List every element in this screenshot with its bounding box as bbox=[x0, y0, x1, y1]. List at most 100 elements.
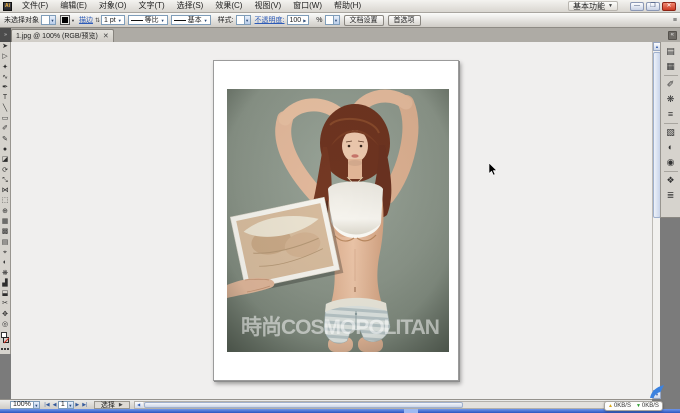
current-tool-display[interactable]: 选择 ▶ bbox=[94, 401, 130, 409]
lasso-tool[interactable]: ∿ bbox=[0, 73, 11, 83]
menu-window[interactable]: 窗口(W) bbox=[287, 0, 328, 12]
horizontal-scrollbar[interactable]: ◀ ▶ bbox=[134, 401, 650, 409]
column-graph-tool[interactable]: ▟ bbox=[0, 279, 11, 289]
floating-shortcut-icon[interactable] bbox=[648, 384, 666, 400]
color-panel-icon[interactable]: ▤ bbox=[661, 44, 680, 59]
opacity-field[interactable]: 100 ▶ bbox=[287, 15, 310, 25]
rotate-tool[interactable]: ⟳ bbox=[0, 166, 11, 176]
chevron-down-icon[interactable]: ▼ bbox=[34, 401, 40, 409]
mesh-tool[interactable]: ▩ bbox=[0, 227, 11, 237]
document-setup-button[interactable]: 文档设置 bbox=[344, 15, 384, 26]
rectangle-tool[interactable]: ▭ bbox=[0, 114, 11, 124]
brushes-panel-icon[interactable]: ✐ bbox=[661, 77, 680, 92]
artboard-navigation: |◀ ◀ 1 ▼ ▶ ▶| bbox=[43, 401, 89, 409]
main-area: ➤ ▷ ✦ ∿ ✒ T ╲ ▭ ✐ ✎ ● ◪ ⟳ ⤡ ⋈ ⬚ ⊕ ▦ ▩ ▤ … bbox=[0, 42, 680, 399]
width-tool[interactable]: ⋈ bbox=[0, 186, 11, 196]
chevron-down-icon: ▼ bbox=[608, 3, 613, 9]
style-dropdown[interactable]: ▼ bbox=[236, 15, 251, 25]
last-artboard-icon[interactable]: ▶| bbox=[81, 402, 89, 408]
stroke-swatch[interactable] bbox=[3, 337, 9, 343]
zoom-tool[interactable]: ◎ bbox=[0, 320, 11, 330]
width-profile-dropdown[interactable]: 等比 ▼ bbox=[128, 15, 168, 25]
vertical-scrollbar[interactable]: ▲ ▼ bbox=[652, 42, 660, 399]
graphic-styles-panel-icon[interactable]: ❖ bbox=[661, 173, 680, 188]
previous-artboard-icon[interactable]: ◀ bbox=[51, 402, 58, 408]
canvas-area[interactable]: 時尚COSMOPOLITAN bbox=[11, 42, 652, 399]
menu-view[interactable]: 视图(V) bbox=[248, 0, 287, 12]
symbols-panel-icon[interactable]: ❋ bbox=[661, 92, 680, 107]
magic-wand-tool[interactable]: ✦ bbox=[0, 63, 11, 73]
horizontal-scroll-thumb[interactable] bbox=[144, 402, 463, 408]
layers-panel-icon[interactable]: ≣ bbox=[661, 188, 680, 203]
free-transform-tool[interactable]: ⬚ bbox=[0, 196, 11, 206]
artboard-tool[interactable]: ⬓ bbox=[0, 289, 11, 299]
tools-dock-header[interactable]: » bbox=[0, 28, 11, 42]
first-artboard-icon[interactable]: |◀ bbox=[43, 402, 51, 408]
chevron-down-icon: ▼ bbox=[118, 18, 122, 23]
dock-collapse-button[interactable]: « bbox=[668, 31, 677, 40]
type-tool[interactable]: T bbox=[0, 93, 11, 103]
eyedropper-tool[interactable]: ⌖ bbox=[0, 248, 11, 258]
pen-tool[interactable]: ✒ bbox=[0, 83, 11, 93]
artboard-number-field[interactable]: 1 bbox=[58, 401, 68, 409]
windows-taskbar-edge bbox=[0, 409, 680, 413]
eraser-tool[interactable]: ◪ bbox=[0, 155, 11, 165]
network-speed-widget[interactable]: ▲ 0KB/S ▼ 0KB/S bbox=[604, 401, 663, 411]
menu-file[interactable]: 文件(F) bbox=[16, 0, 54, 12]
menu-object[interactable]: 对象(O) bbox=[93, 0, 133, 12]
stroke-weight-field[interactable]: 1 pt ▼ bbox=[101, 15, 125, 25]
menu-help[interactable]: 帮助(H) bbox=[328, 0, 367, 12]
style-label: 样式: bbox=[218, 15, 234, 25]
preferences-button[interactable]: 首选项 bbox=[388, 15, 421, 26]
fill-stroke-swatches[interactable] bbox=[0, 331, 11, 347]
upload-arrow-icon: ▲ bbox=[608, 403, 613, 409]
swatches-panel-icon[interactable]: ▦ bbox=[661, 59, 680, 74]
line-segment-tool[interactable]: ╲ bbox=[0, 104, 11, 114]
chevron-down-icon: ▼ bbox=[333, 16, 339, 24]
fill-color-swatch[interactable] bbox=[60, 15, 70, 25]
brush-stroke-icon bbox=[174, 20, 186, 21]
menu-edit[interactable]: 编辑(E) bbox=[54, 0, 93, 12]
menu-select[interactable]: 选择(S) bbox=[171, 0, 210, 12]
menu-effect[interactable]: 效果(C) bbox=[209, 0, 248, 12]
minimize-button[interactable]: — bbox=[630, 2, 644, 11]
upload-speed-value: 0KB/S bbox=[614, 403, 631, 409]
paintbrush-tool[interactable]: ✐ bbox=[0, 124, 11, 134]
opacity-link[interactable]: 不透明度: bbox=[255, 15, 285, 25]
transparency-panel-icon[interactable]: ◐ bbox=[661, 140, 680, 155]
symbol-sprayer-tool[interactable]: ❋ bbox=[0, 269, 11, 279]
scroll-left-icon[interactable]: ◀ bbox=[135, 402, 143, 408]
restore-button[interactable]: ❐ bbox=[646, 2, 660, 11]
gradient-panel-icon[interactable]: ▧ bbox=[661, 125, 680, 140]
blob-brush-tool[interactable]: ● bbox=[0, 145, 11, 155]
direct-selection-tool[interactable]: ▷ bbox=[0, 52, 11, 62]
shape-builder-tool[interactable]: ⊕ bbox=[0, 207, 11, 217]
brush-definition-dropdown[interactable]: 基本 ▼ bbox=[171, 15, 211, 25]
perspective-grid-tool[interactable]: ▦ bbox=[0, 217, 11, 227]
next-artboard-icon[interactable]: ▶ bbox=[74, 402, 81, 408]
scale-tool[interactable]: ⤡ bbox=[0, 176, 11, 186]
menu-type[interactable]: 文字(T) bbox=[132, 0, 170, 12]
dock-separator bbox=[664, 75, 678, 76]
document-tab[interactable]: 1.jpg @ 100% (RGB/预览) ✕ bbox=[11, 29, 114, 42]
chevron-down-icon[interactable]: ▼ bbox=[71, 18, 75, 23]
appearance-panel-icon[interactable]: ◉ bbox=[661, 155, 680, 170]
zoom-level-field[interactable]: 100% bbox=[10, 401, 34, 409]
close-button[interactable]: ✕ bbox=[662, 2, 676, 11]
blend-tool[interactable]: ◐ bbox=[0, 258, 11, 268]
stroke-link[interactable]: 描边 bbox=[79, 15, 93, 25]
hand-tool[interactable]: ✥ bbox=[0, 310, 11, 320]
variable-dropdown[interactable]: ▼ bbox=[41, 15, 56, 25]
stroke-panel-icon[interactable]: ≡ bbox=[661, 107, 680, 122]
stroke-weight-stepper[interactable]: ⇅ bbox=[95, 17, 100, 24]
pencil-tool[interactable]: ✎ bbox=[0, 135, 11, 145]
gradient-tool[interactable]: ▤ bbox=[0, 238, 11, 248]
control-panel-menu-icon[interactable]: ≡ bbox=[673, 17, 677, 24]
close-tab-icon[interactable]: ✕ bbox=[103, 32, 109, 40]
drawing-mode-buttons[interactable] bbox=[1, 348, 9, 350]
recolor-artwork-icon[interactable]: ▼ bbox=[325, 15, 340, 25]
slice-tool[interactable]: ✂ bbox=[0, 299, 11, 309]
workspace-switcher[interactable]: 基本功能 ▼ bbox=[568, 1, 618, 11]
chevron-down-icon: ▼ bbox=[49, 16, 55, 24]
selection-tool[interactable]: ➤ bbox=[0, 42, 11, 52]
